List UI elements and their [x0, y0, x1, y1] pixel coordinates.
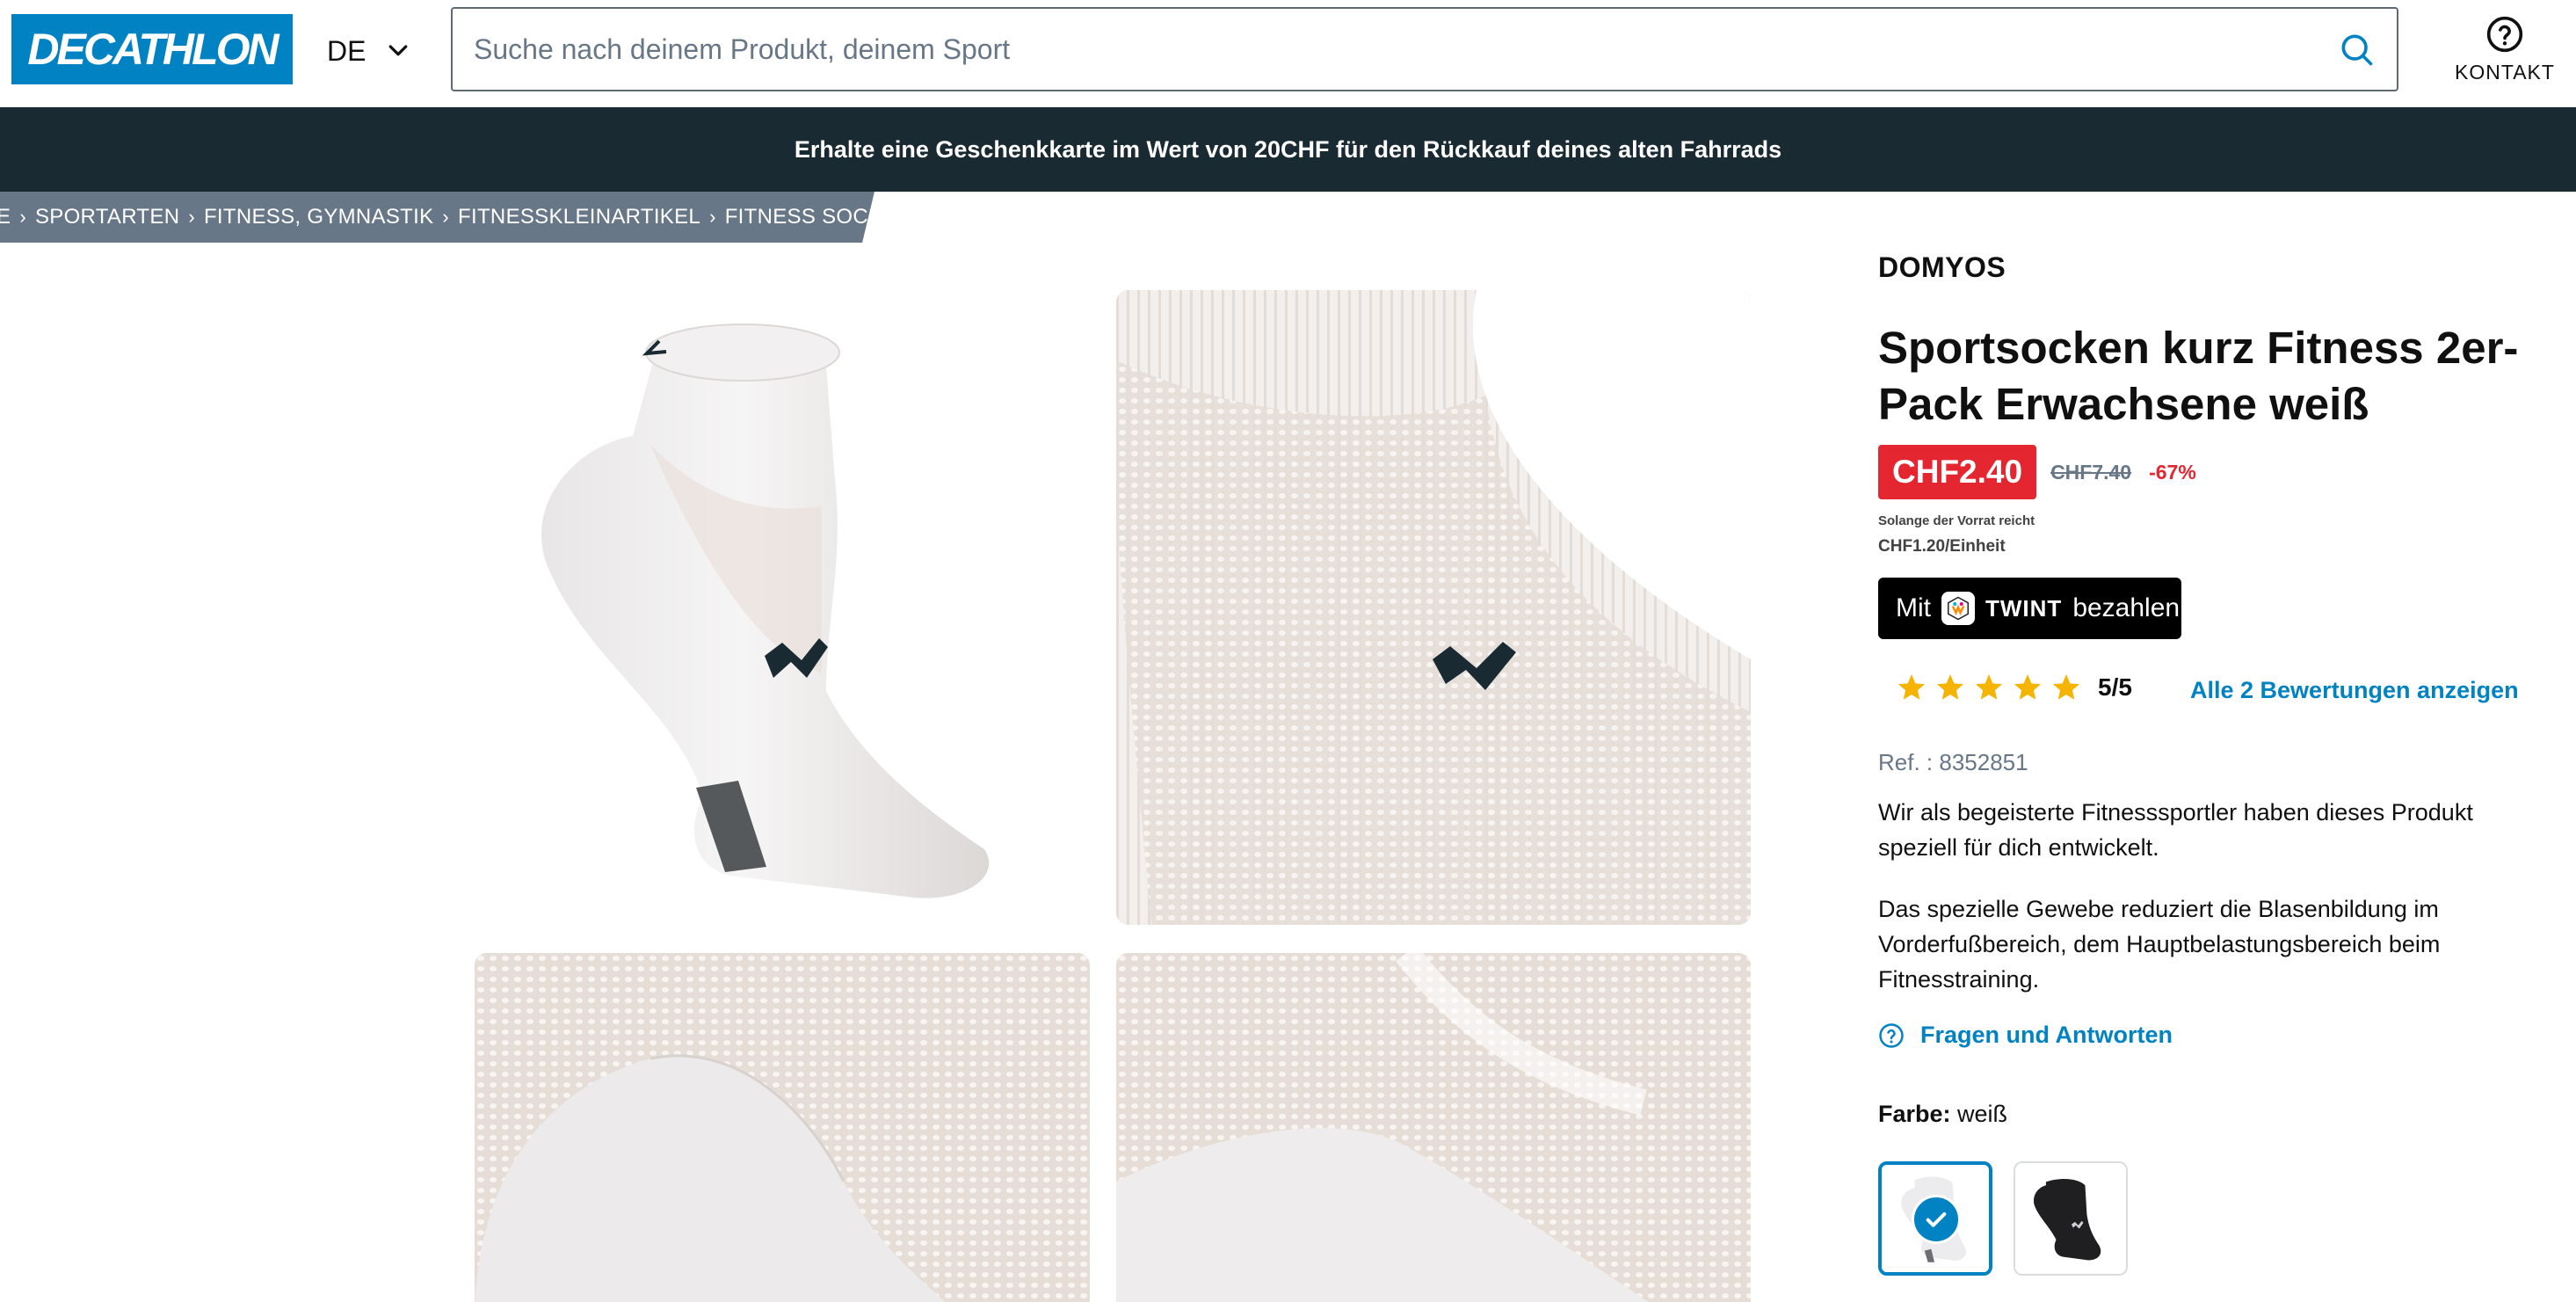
breadcrumb-item-sportarten[interactable]: SPORTARTEN › — [35, 205, 204, 229]
star-icon — [2053, 674, 2079, 700]
promo-banner[interactable]: Erhalte eine Geschenkkarte im Wert von 2… — [0, 107, 2576, 192]
swatch-black[interactable] — [2014, 1161, 2128, 1276]
search-bar[interactable]: Suche nach deinem Produkt, deinem Sport — [451, 7, 2398, 91]
search-input[interactable]: Suche nach deinem Produkt, deinem Sport — [453, 33, 2337, 66]
breadcrumb-item-fitness-socken[interactable]: FITNESS SOCKEN — [725, 205, 874, 229]
faq-label: Fragen und Antworten — [1920, 1022, 2173, 1048]
color-row: Farbe: weiß — [1878, 1101, 2007, 1128]
old-price: CHF7.40 — [2050, 460, 2132, 484]
twint-name: TWINT — [1985, 594, 2063, 622]
product-description-2: Das spezielle Gewebe reduziert die Blase… — [1878, 896, 2441, 993]
product-image-detail-ankle[interactable] — [1116, 290, 1751, 925]
rating-value: 5/5 — [2098, 673, 2132, 701]
help-circle-icon — [2486, 16, 2523, 52]
faq-link[interactable]: Fragen und Antworten — [1878, 1022, 2173, 1049]
price-row: CHF2.40 CHF7.40 -67% — [1878, 445, 2196, 499]
unit-price: CHF1.20/Einheit — [1878, 537, 2006, 556]
color-label: Farbe: — [1878, 1101, 1951, 1127]
star-icon — [1898, 674, 1925, 700]
chevron-down-icon — [389, 45, 408, 56]
swatch-white[interactable] — [1878, 1161, 1992, 1276]
check-icon — [1912, 1195, 1961, 1244]
product-gallery — [0, 243, 1802, 1302]
star-icon — [2014, 674, 2041, 700]
breadcrumb: E › SPORTARTEN › FITNESS, GYMNASTIK › FITNE… — [0, 192, 874, 243]
promo-banner-text: Erhalte eine Geschenkkarte im Wert von 2… — [794, 135, 1782, 163]
twint-suffix: bezahlen — [2072, 593, 2181, 622]
language-selector[interactable]: DE — [327, 26, 411, 76]
breadcrumb-item-fitness[interactable]: FITNESS, GYMNASTIK › — [204, 205, 458, 229]
reviews-link[interactable]: Alle 2 Bewertungen anzeigen — [2190, 677, 2519, 704]
star-icon — [1976, 674, 2002, 700]
stock-note: Solange der Vorrat reicht — [1878, 513, 2035, 528]
logo-text: DECATHLON — [27, 25, 279, 74]
product-image-main[interactable] — [475, 269, 1090, 906]
product-image-detail-heel[interactable] — [1116, 953, 1751, 1302]
twint-pay-button[interactable]: Mit TWINT bezahlen — [1878, 578, 2181, 639]
site-header: DECATHLON DE Suche nach deinem Produkt, … — [0, 0, 2576, 107]
breadcrumb-item[interactable]: E › — [0, 205, 35, 229]
product-ref: Ref. : 8352851 — [1878, 749, 2028, 775]
question-circle-icon — [1879, 1022, 1904, 1048]
color-swatches — [1878, 1161, 2128, 1276]
contact-button[interactable]: KONTAKT — [2443, 7, 2566, 91]
decathlon-logo[interactable]: DECATHLON — [11, 14, 293, 84]
product-brand[interactable]: DOMYOS — [1878, 251, 2006, 284]
product-rating: 5/5 — [1896, 672, 2132, 703]
color-value: weiß — [1957, 1101, 2008, 1127]
product-title: Sportsocken kurz Fitness 2er-Pack Erwach… — [1878, 323, 2519, 429]
search-icon[interactable] — [2337, 30, 2376, 69]
product-image-detail-toe[interactable] — [475, 953, 1090, 1302]
twint-prefix: Mit — [1896, 593, 1931, 622]
discount-badge: -67% — [2149, 460, 2196, 484]
twint-logo-icon — [1941, 592, 1975, 625]
current-price: CHF2.40 — [1878, 445, 2037, 499]
contact-label: KONTAKT — [2455, 60, 2555, 84]
breadcrumb-item-fitnesskleinartikel[interactable]: FITNESSKLEINARTIKEL › — [458, 205, 725, 229]
star-icon — [1937, 674, 1963, 700]
language-label: DE — [327, 34, 366, 67]
product-description-1: Wir als begeisterte Fitnesssportler habe… — [1878, 799, 2473, 861]
